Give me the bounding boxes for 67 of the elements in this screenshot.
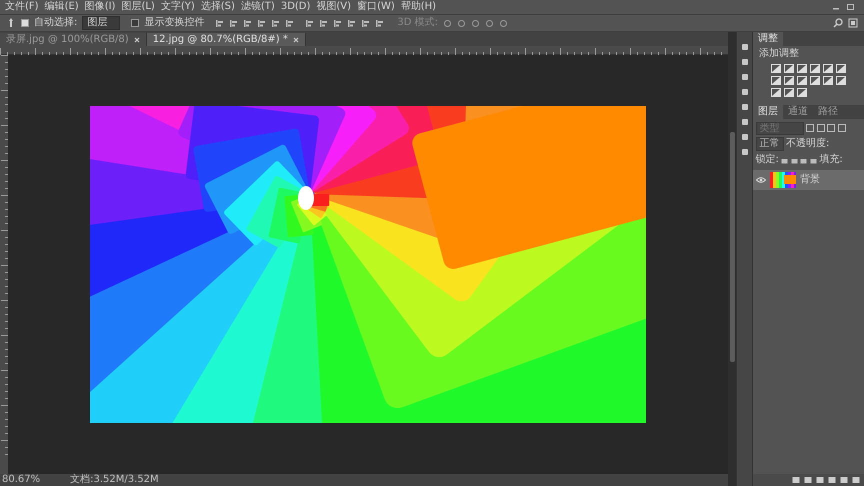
document-tab[interactable]: 12.jpg @ 80.7%(RGB/8#) * xyxy=(146,33,306,46)
close-icon[interactable] xyxy=(292,36,299,42)
adjustment-icon[interactable] xyxy=(771,76,781,85)
maximize-icon[interactable] xyxy=(846,3,856,11)
adjustment-icon[interactable] xyxy=(797,88,807,97)
adjustment-icon[interactable] xyxy=(784,76,794,85)
move-tool-icon[interactable] xyxy=(6,18,16,28)
document-tab[interactable]: 录屏.jpg @ 100%(RGB/8) xyxy=(0,33,147,46)
checkbox[interactable] xyxy=(21,19,29,27)
adjustment-icon[interactable] xyxy=(823,64,833,73)
align-icon[interactable] xyxy=(243,18,252,28)
layer-thumbnail xyxy=(770,172,796,188)
search-icon[interactable] xyxy=(833,18,843,28)
panel-tab[interactable]: 图层 xyxy=(753,105,783,119)
zoom-level: 80.67% xyxy=(2,474,40,486)
menu-item[interactable]: 窗口(W) xyxy=(354,1,398,13)
eye-icon[interactable] xyxy=(756,176,766,182)
menu-item[interactable]: 文字(Y) xyxy=(158,1,198,13)
adjustment-icon[interactable] xyxy=(797,76,807,85)
align-icon[interactable] xyxy=(285,18,294,28)
scrollbar-thumb[interactable] xyxy=(730,132,734,362)
adjustment-icon[interactable] xyxy=(836,64,846,73)
align-icon[interactable] xyxy=(319,18,328,28)
adjustment-icon[interactable] xyxy=(836,76,846,85)
fill-label: 填充: xyxy=(819,154,843,166)
panel-tab[interactable]: 路径 xyxy=(813,105,843,119)
align-icon[interactable] xyxy=(215,18,224,28)
align-icon[interactable] xyxy=(333,18,342,28)
adjustment-icon[interactable] xyxy=(810,64,820,73)
adjustment-icon[interactable] xyxy=(771,64,781,73)
menu-item[interactable]: 3D(D) xyxy=(278,1,314,13)
close-icon[interactable] xyxy=(134,36,140,42)
menu-item[interactable]: 编辑(E) xyxy=(42,1,82,13)
layer-row[interactable]: 背景 xyxy=(753,170,864,190)
auto-select-label: 自动选择: xyxy=(34,17,78,29)
workspace-icon[interactable] xyxy=(848,18,858,28)
checkbox[interactable] xyxy=(131,19,140,27)
adjustments-heading: 添加调整 xyxy=(758,46,800,61)
menu-item[interactable]: 选择(S) xyxy=(198,1,238,13)
adjustment-icon[interactable] xyxy=(784,88,794,97)
lock-label: 锁定: xyxy=(756,154,779,166)
panel-tab[interactable]: 调整 xyxy=(753,32,783,46)
layer-name: 背景 xyxy=(800,174,820,186)
menu-item[interactable]: 视图(V) xyxy=(313,1,354,13)
menu-item[interactable]: 图层(L) xyxy=(118,1,158,13)
align-icon[interactable] xyxy=(361,18,370,28)
adjustment-icon[interactable] xyxy=(771,88,781,97)
align-icon[interactable] xyxy=(271,18,280,28)
menu-item[interactable]: 帮助(H) xyxy=(398,1,440,13)
adjustment-icon[interactable] xyxy=(823,76,833,85)
target-dropdown[interactable]: 图层 xyxy=(82,16,120,30)
align-icon[interactable] xyxy=(229,18,238,28)
align-icon[interactable] xyxy=(347,18,356,28)
menu-item[interactable]: 图像(I) xyxy=(82,1,118,13)
menu-item[interactable]: 文件(F) xyxy=(2,1,42,13)
adjustment-icon[interactable] xyxy=(784,64,794,73)
adjustment-icon[interactable] xyxy=(810,76,820,85)
blend-mode-dropdown[interactable]: 正常 xyxy=(756,137,784,151)
align-icon[interactable] xyxy=(305,18,314,28)
opacity-label: 不透明度: xyxy=(786,138,830,150)
document-size: 文档:3.52M/3.52M xyxy=(70,474,159,486)
adjustment-icon[interactable] xyxy=(797,64,807,73)
align-icon[interactable] xyxy=(257,18,266,28)
show-transform-label: 显示变换控件 xyxy=(144,17,204,29)
panel-tab[interactable]: 通道 xyxy=(783,105,813,119)
menu-item[interactable]: 滤镜(T) xyxy=(238,1,278,13)
align-icon[interactable] xyxy=(375,18,384,28)
